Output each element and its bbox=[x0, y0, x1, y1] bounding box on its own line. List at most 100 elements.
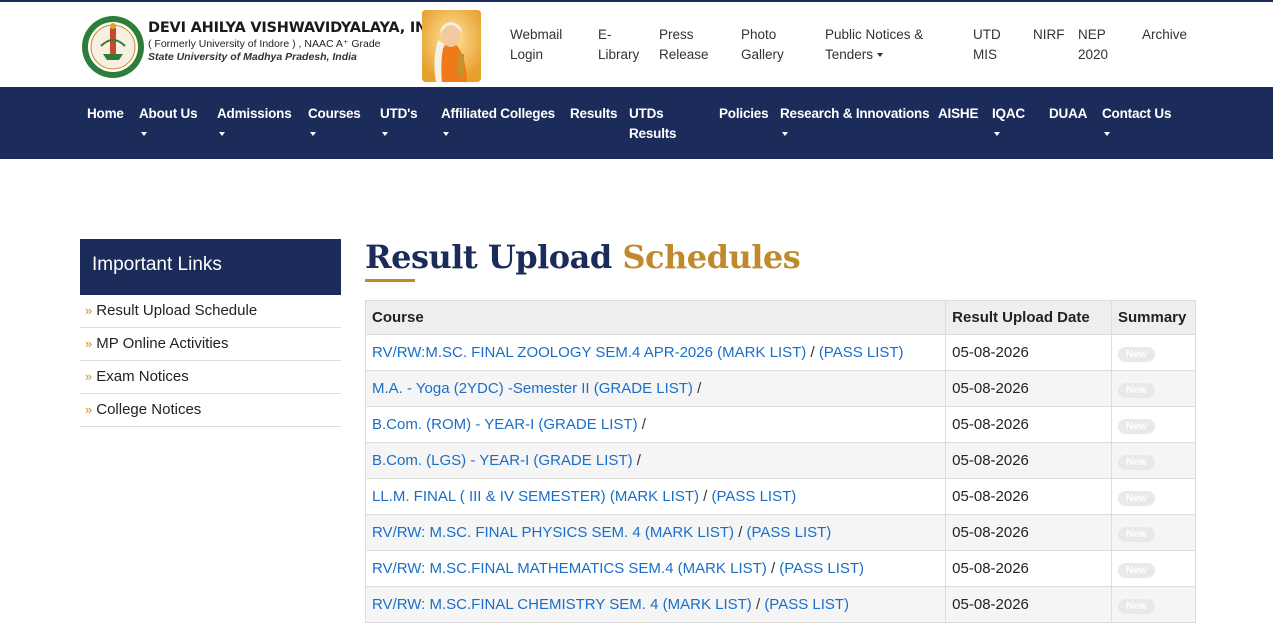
toplink-e-library[interactable]: E- Library bbox=[598, 25, 639, 65]
double-chevron-right-icon: » bbox=[85, 303, 93, 318]
course-cell: RV/RW: M.SC. FINAL PHYSICS SEM. 4 (MARK … bbox=[364, 514, 947, 551]
brand-block[interactable]: DEVI AHILYA VISHWAVIDYALAYA, INDORE ( Fo… bbox=[148, 20, 472, 63]
date-cell: 05-08-2026 bbox=[945, 370, 1112, 407]
pass-list-link[interactable]: (PASS LIST) bbox=[779, 560, 864, 577]
double-chevron-right-icon: » bbox=[85, 369, 93, 384]
nav-courses[interactable]: Courses bbox=[308, 104, 361, 136]
summary-cell: New bbox=[1110, 370, 1197, 407]
toplink-photo-gallery[interactable]: Photo Gallery bbox=[741, 25, 784, 65]
separator: / bbox=[755, 596, 761, 613]
course-cell: B.Com. (ROM) - YEAR-I (GRADE LIST) / bbox=[364, 406, 947, 443]
nav-results[interactable]: Results bbox=[570, 104, 618, 124]
double-chevron-right-icon: » bbox=[85, 402, 93, 417]
nav-home[interactable]: Home bbox=[87, 104, 124, 124]
sidebar-item-college-notices[interactable]: » College Notices bbox=[80, 394, 341, 427]
chevron-down-icon bbox=[310, 132, 316, 136]
nav-duaa[interactable]: DUAA bbox=[1049, 104, 1087, 124]
toplink-press-release[interactable]: Press Release bbox=[659, 25, 709, 65]
nav-about-us[interactable]: About Us bbox=[139, 104, 198, 136]
date-cell: 05-08-2026 bbox=[945, 550, 1112, 587]
chevron-down-icon bbox=[382, 132, 388, 136]
table-row: B.Com. (LGS) - YEAR-I (GRADE LIST) / 05-… bbox=[364, 442, 1197, 479]
pass-list-link[interactable]: (PASS LIST) bbox=[712, 488, 797, 505]
date-cell: 05-08-2026 bbox=[945, 514, 1112, 551]
date-cell: 05-08-2026 bbox=[945, 586, 1112, 623]
course-cell: B.Com. (LGS) - YEAR-I (GRADE LIST) / bbox=[364, 442, 947, 479]
chevron-down-icon bbox=[219, 132, 225, 136]
nav-contact-us[interactable]: Contact Us bbox=[1102, 104, 1171, 136]
nav-utds-results[interactable]: UTDs Results bbox=[629, 104, 677, 144]
pass-list-link[interactable]: (PASS LIST) bbox=[747, 524, 832, 541]
toplink-archive[interactable]: Archive bbox=[1142, 25, 1187, 45]
summary-cell: New bbox=[1110, 586, 1197, 623]
toplink-public-notices[interactable]: Public Notices & Tenders bbox=[825, 25, 923, 65]
chevron-down-icon bbox=[1104, 132, 1110, 136]
sidebar-item-mp-online-activities[interactable]: » MP Online Activities bbox=[80, 328, 341, 361]
pass-list-link[interactable]: (PASS LIST) bbox=[764, 596, 849, 613]
toplink-utd-mis[interactable]: UTD MIS bbox=[973, 25, 1001, 65]
new-badge: New bbox=[1117, 346, 1155, 362]
sidebar-title: Important Links bbox=[80, 239, 341, 295]
table-row: RV/RW: M.SC.FINAL CHEMISTRY SEM. 4 (MARK… bbox=[364, 586, 1197, 623]
chevron-down-icon bbox=[443, 132, 449, 136]
toplink-nirf[interactable]: NIRF bbox=[1033, 25, 1065, 45]
column-header-date: Result Upload Date bbox=[945, 300, 1112, 335]
column-header-summary: Summary bbox=[1110, 300, 1197, 335]
summary-cell: New bbox=[1110, 406, 1197, 443]
date-cell: 05-08-2026 bbox=[945, 442, 1112, 479]
course-cell: LL.M. FINAL ( III & IV SEMESTER) (MARK L… bbox=[364, 478, 947, 515]
column-header-course: Course bbox=[364, 300, 947, 335]
mark-list-link[interactable]: RV/RW:M.SC. FINAL ZOOLOGY SEM.4 APR-2026… bbox=[372, 344, 806, 361]
toplink-nep-2020[interactable]: NEP 2020 bbox=[1078, 25, 1108, 65]
sidebar-item-result-upload-schedule[interactable]: » Result Upload Schedule bbox=[80, 295, 341, 328]
summary-cell: New bbox=[1110, 334, 1197, 371]
summary-cell: New bbox=[1110, 550, 1197, 587]
separator: / bbox=[697, 380, 702, 397]
grade-list-link[interactable]: M.A. - Yoga (2YDC) -Semester II (GRADE L… bbox=[372, 380, 693, 397]
chevron-down-icon bbox=[141, 132, 147, 136]
date-cell: 05-08-2026 bbox=[945, 478, 1112, 515]
chevron-down-icon bbox=[877, 53, 884, 58]
separator: / bbox=[810, 344, 815, 361]
separator: / bbox=[703, 488, 708, 505]
new-badge: New bbox=[1117, 490, 1155, 506]
mark-list-link[interactable]: RV/RW: M.SC.FINAL MATHEMATICS SEM.4 (MAR… bbox=[372, 560, 767, 577]
nav-affiliated-colleges[interactable]: Affiliated Colleges bbox=[441, 104, 555, 136]
summary-cell: New bbox=[1110, 514, 1197, 551]
title-underline bbox=[365, 279, 415, 282]
mark-list-link[interactable]: RV/RW: M.SC. FINAL PHYSICS SEM. 4 (MARK … bbox=[372, 524, 734, 541]
separator: / bbox=[636, 452, 641, 469]
separator: / bbox=[770, 560, 776, 577]
results-table: Course Result Upload Date Summary RV/RW:… bbox=[364, 300, 1197, 623]
separator: / bbox=[738, 524, 743, 541]
portrait-image bbox=[422, 10, 481, 82]
mark-list-link[interactable]: LL.M. FINAL ( III & IV SEMESTER) (MARK L… bbox=[372, 488, 699, 505]
important-links-sidebar: Important Links » Result Upload Schedule … bbox=[80, 239, 341, 427]
new-badge: New bbox=[1117, 418, 1155, 434]
sidebar-item-exam-notices[interactable]: » Exam Notices bbox=[80, 361, 341, 394]
university-logo-icon[interactable] bbox=[81, 10, 145, 84]
mark-list-link[interactable]: RV/RW: M.SC.FINAL CHEMISTRY SEM. 4 (MARK… bbox=[372, 596, 752, 613]
table-row: RV/RW: M.SC.FINAL MATHEMATICS SEM.4 (MAR… bbox=[364, 550, 1197, 587]
table-row: B.Com. (ROM) - YEAR-I (GRADE LIST) / 05-… bbox=[364, 406, 1197, 443]
toplink-webmail-login[interactable]: Webmail Login bbox=[510, 25, 562, 65]
date-cell: 05-08-2026 bbox=[945, 334, 1112, 371]
new-badge: New bbox=[1117, 562, 1155, 578]
date-cell: 05-08-2026 bbox=[945, 406, 1112, 443]
nav-aishe[interactable]: AISHE bbox=[938, 104, 978, 124]
nav-utds[interactable]: UTD's bbox=[380, 104, 418, 136]
brand-tagline: State University of Madhya Pradesh, Indi… bbox=[148, 51, 357, 63]
double-chevron-right-icon: » bbox=[85, 336, 93, 351]
table-row: RV/RW:M.SC. FINAL ZOOLOGY SEM.4 APR-2026… bbox=[364, 334, 1197, 371]
nav-admissions[interactable]: Admissions bbox=[217, 104, 292, 136]
new-badge: New bbox=[1117, 382, 1155, 398]
nav-iqac[interactable]: IQAC bbox=[992, 104, 1025, 136]
nav-research-innovations[interactable]: Research & Innovations bbox=[780, 104, 930, 136]
page-title-part1: Result Upload bbox=[365, 238, 612, 276]
grade-list-link[interactable]: B.Com. (LGS) - YEAR-I (GRADE LIST) bbox=[372, 452, 633, 469]
grade-list-link[interactable]: B.Com. (ROM) - YEAR-I (GRADE LIST) bbox=[372, 416, 638, 433]
pass-list-link[interactable]: (PASS LIST) bbox=[819, 344, 904, 361]
nav-policies[interactable]: Policies bbox=[719, 104, 769, 124]
page-title-part2: Schedules bbox=[622, 238, 801, 276]
summary-cell: New bbox=[1110, 442, 1197, 479]
